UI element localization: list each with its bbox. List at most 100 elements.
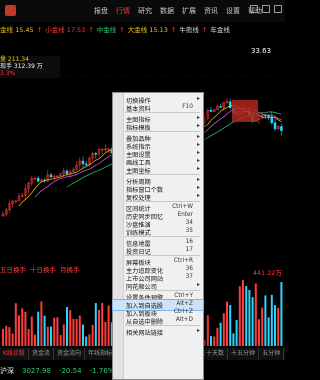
turnover-bar: [34, 334, 36, 346]
menu-item-shortcut: Ctrl+R: [173, 258, 193, 264]
indicator-tab[interactable]: 五分钟: [259, 348, 285, 360]
turnover-bar: [72, 318, 75, 346]
turnover-bar: [50, 326, 52, 346]
pct-info: 3.3%: [0, 70, 16, 77]
turnover-bar: [18, 315, 20, 346]
submenu-arrow-icon: ▸: [196, 141, 200, 148]
menu-item-shortcut: Alt+D: [175, 317, 193, 323]
menu-item[interactable]: 行情: [116, 6, 130, 16]
indicator-tab[interactable]: 资金流: [29, 348, 54, 360]
menu-item-shortcut: 34: [185, 220, 193, 226]
turnover-bar: [2, 328, 4, 346]
menu-item[interactable]: 报盘: [94, 6, 108, 16]
submenu-arrow-icon: ▸: [196, 281, 200, 288]
turnover-bar: [43, 315, 46, 346]
highlight-band: [232, 100, 258, 122]
menu-item[interactable]: 数据: [160, 6, 174, 16]
menu-separator: [125, 236, 200, 237]
submenu-arrow-icon: ▸: [196, 95, 200, 102]
indicator-tab[interactable]: 三十数: [284, 348, 285, 360]
status-value: -1.76%: [89, 366, 115, 375]
turnover-bar: [24, 311, 27, 346]
legend-entry: 大金线 15.13: [127, 26, 168, 34]
turnover-bar: [69, 310, 72, 346]
candle-body: [81, 160, 85, 165]
status-value: 沪深: [0, 366, 14, 375]
turnover-bar: [14, 303, 17, 346]
turnover-bar: [85, 336, 88, 346]
turnover-bar: [59, 335, 62, 346]
submenu-arrow-icon: ▸: [196, 184, 200, 191]
indicator-tab[interactable]: 资金流向: [54, 348, 85, 360]
turnover-bar: [56, 317, 59, 346]
turnover-bar: [219, 322, 222, 346]
turnover-legend-entry: 月换手: [60, 266, 80, 274]
status-value: 3027.98: [22, 366, 51, 375]
legend-entry: 金线 15.45: [0, 26, 34, 34]
indicator-tab[interactable]: K线诊股: [0, 348, 29, 360]
indicator-tab[interactable]: 十五分钟: [228, 348, 260, 360]
status-value: -20.54: [58, 366, 82, 375]
candle-body: [280, 126, 283, 131]
turnover-bar: [66, 306, 68, 346]
app-logo-icon[interactable]: [5, 5, 16, 16]
volume-info: 量 211.34: [0, 56, 29, 63]
menu-separator: [125, 290, 200, 291]
turnover-value: 441.22万: [252, 269, 282, 277]
turnover-bar: [98, 309, 100, 346]
turnover-legend-entry: 十日换手: [30, 266, 56, 274]
candle-body: [228, 101, 232, 108]
menu-item-shortcut: 36: [185, 266, 193, 272]
context-menu-item[interactable]: 相关网站链接 ▸: [113, 327, 203, 337]
menu-separator: [125, 112, 200, 113]
candle-body: [267, 115, 270, 118]
menu-item[interactable]: 设置: [226, 6, 240, 16]
turnover-bar: [254, 283, 257, 346]
turnover-bar: [226, 301, 228, 346]
turnover-bar: [53, 317, 56, 346]
menu-item-shortcut: Ctrl+Z: [173, 309, 193, 315]
submenu-arrow-icon: ▸: [196, 165, 200, 172]
candle-body: [209, 110, 213, 112]
turnover-bar: [27, 328, 30, 346]
turnover-bar: [107, 305, 110, 346]
turnover-bar: [206, 315, 209, 346]
legend-entry: 中金线: [96, 26, 117, 34]
close-icon[interactable]: [274, 5, 282, 13]
legend-entry: ↑: [36, 26, 43, 34]
turnover-bar: [210, 336, 212, 346]
menu-item[interactable]: 资讯: [204, 6, 218, 16]
submenu-arrow-icon: ▸: [196, 114, 200, 121]
menu-item-shortcut: Alt+Z: [176, 301, 193, 307]
candle-body: [270, 116, 274, 123]
window-controls: [250, 5, 282, 13]
turnover-bar: [40, 301, 43, 346]
candle-body: [94, 153, 98, 155]
turnover-bar: [261, 307, 264, 346]
candle-body: [36, 178, 40, 182]
turnover-bar: [245, 286, 248, 346]
turnover-bar: [78, 315, 81, 346]
menu-item[interactable]: 研究: [138, 6, 152, 16]
menu-item-shortcut: 35: [185, 228, 193, 234]
turnover-bar: [274, 305, 276, 346]
turnover-bar: [30, 316, 33, 346]
submenu-arrow-icon: ▸: [196, 122, 200, 129]
menu-item-shortcut: Enter: [177, 212, 193, 218]
turnover-legend-entry: 五日换手: [0, 266, 26, 274]
menu-separator: [125, 255, 200, 256]
turnover-bar: [88, 334, 91, 346]
turnover-bar: [94, 303, 97, 346]
menu-separator: [125, 131, 200, 132]
turnover-bar: [238, 286, 241, 346]
candle-body: [273, 122, 277, 130]
price-high-label: 33.63: [251, 47, 272, 55]
turnover-bar: [8, 327, 11, 346]
maximize-icon[interactable]: [262, 5, 270, 13]
turnover-bar: [267, 317, 270, 346]
minimize-icon[interactable]: [250, 5, 258, 13]
submenu-arrow-icon: ▸: [196, 157, 200, 164]
menu-item[interactable]: 扩展: [182, 6, 196, 16]
menu-item-label: 相关网站链接: [126, 330, 164, 337]
candle-body: [65, 170, 69, 174]
